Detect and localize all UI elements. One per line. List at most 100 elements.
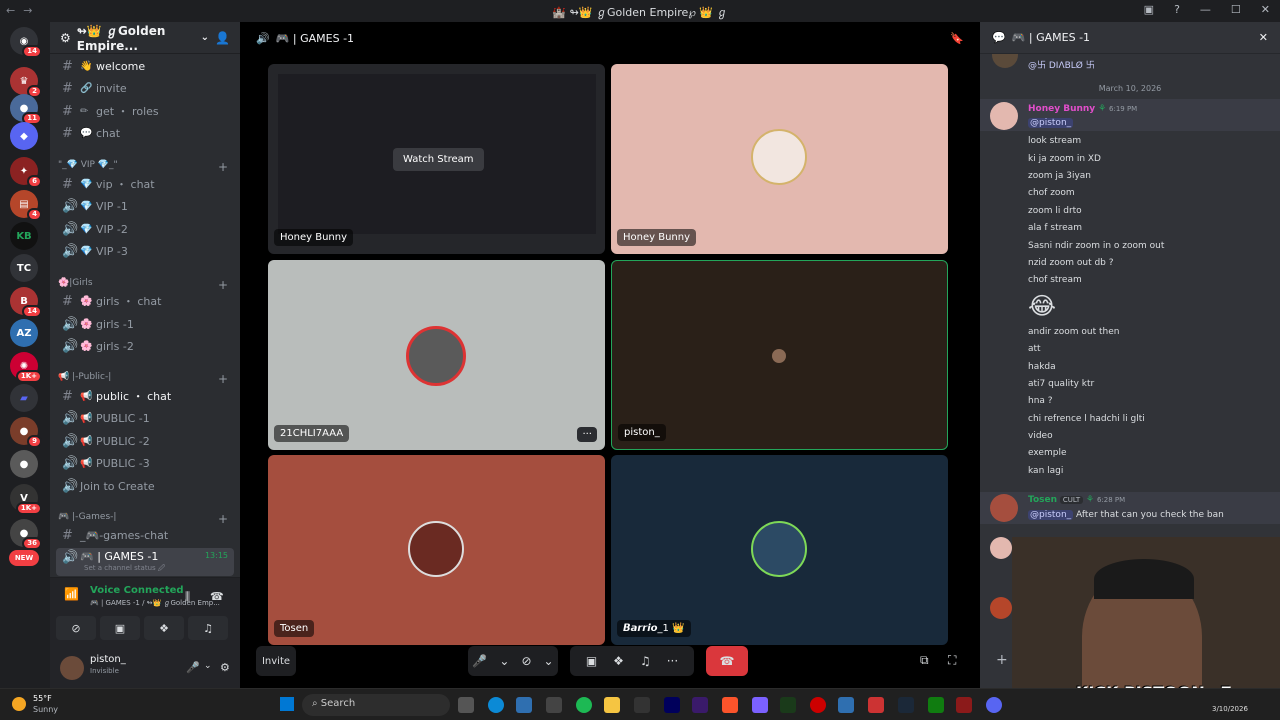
weather-icon[interactable] [12, 697, 26, 711]
server-icon[interactable]: ✦ 6 [10, 157, 42, 188]
avatar[interactable] [990, 102, 1018, 130]
voice-vip-2[interactable]: 🔊 💎 VIP -2 [56, 219, 234, 239]
category-games[interactable]: 🎮 |-Games-| + [58, 512, 228, 526]
server-icon-az[interactable]: AZ [10, 319, 38, 347]
popout-icon[interactable]: ⧉ [920, 653, 929, 668]
signal-icon[interactable]: 📶 [64, 587, 79, 601]
close-button[interactable]: ✕ [1261, 3, 1270, 16]
noise-suppression-icon[interactable]: ⫼ [185, 590, 190, 604]
close-icon[interactable]: ✕ [1259, 31, 1268, 44]
category-vip[interactable]: "_💎 VIP 💎_" + [58, 160, 228, 174]
app-icon[interactable] [838, 697, 854, 713]
channel-welcome[interactable]: # 👋 welcome [56, 56, 234, 76]
spotify-icon[interactable] [576, 697, 592, 713]
camera-off-icon[interactable]: ⊘ [521, 654, 531, 668]
voice-vip-1[interactable]: 🔊 💎 VIP -1 [56, 196, 234, 216]
minimize-button[interactable]: — [1200, 3, 1211, 16]
clock-date[interactable]: 3/10/2026 [1212, 705, 1248, 713]
maximize-button[interactable]: ☐ [1231, 3, 1241, 16]
avatar[interactable] [990, 494, 1018, 522]
edge-icon[interactable] [488, 697, 504, 713]
channel-games-chat[interactable]: # _🎮-games-chat [56, 525, 234, 545]
soundboard-button[interactable]: ♫ [188, 616, 228, 640]
chevron-down-icon[interactable]: ⌄ [544, 654, 554, 668]
more-icon[interactable]: ··· [667, 654, 678, 668]
search-bar[interactable]: ⌕ Search [302, 694, 450, 716]
server-icon[interactable]: ◆ [10, 122, 38, 150]
server-icon-tc[interactable]: TC [10, 254, 38, 282]
voice-public-3[interactable]: 🔊 📢 PUBLIC -3 [56, 453, 234, 473]
author-name[interactable]: Tosen [1028, 495, 1057, 505]
server-icon[interactable]: ✺ 1K+ [10, 352, 42, 383]
start-icon[interactable] [280, 697, 294, 711]
after-effects-icon[interactable] [692, 697, 708, 713]
participant-tile-speaking[interactable]: piston_ [611, 260, 948, 450]
channel-status[interactable]: Set a channel status 🖉 [84, 564, 165, 575]
voice-public-2[interactable]: 🔊 📢 PUBLIC -2 [56, 431, 234, 451]
channel-invite[interactable]: # 🔗 invite [56, 78, 234, 98]
folder-icon[interactable]: ▰ [10, 384, 38, 412]
server-icon[interactable]: ▤ 4 [10, 190, 42, 221]
voice-girls-2[interactable]: 🔊 🌸 girls -2 [56, 336, 234, 356]
author-name[interactable]: Honey Bunny [1028, 104, 1095, 114]
server-icon[interactable]: ● [10, 450, 38, 478]
explorer-icon[interactable] [604, 697, 620, 713]
weather-temp[interactable]: 55°F [33, 694, 52, 703]
brave-icon[interactable] [722, 697, 738, 713]
xbox-icon[interactable] [928, 697, 944, 713]
voice-girls-1[interactable]: 🔊 🌸 girls -1 [56, 314, 234, 334]
server-icon[interactable]: ● 36 [10, 519, 42, 550]
add-channel-icon[interactable]: + [218, 372, 228, 386]
inbox-icon[interactable]: ▣ [1144, 3, 1154, 16]
fullscreen-icon[interactable]: ⛶ [948, 653, 956, 668]
participant-tile[interactable]: Honey Bunny [611, 64, 948, 254]
screen-share-button[interactable]: ▣ [100, 616, 140, 640]
channel-public-chat[interactable]: # 📢 public ・ chat [56, 386, 234, 406]
chevron-down-icon[interactable]: ⌄ [204, 661, 212, 671]
server-icon[interactable]: ● 11 [10, 94, 42, 125]
voice-public-1[interactable]: 🔊 📢 PUBLIC -1 [56, 408, 234, 428]
server-icon[interactable]: V 1K+ [10, 484, 42, 515]
channel-roles[interactable]: # ✏ get ・ roles [56, 101, 234, 121]
mic-icon[interactable]: 🎤 [472, 654, 487, 668]
clan-tag[interactable]: CULT [1059, 496, 1084, 504]
soundboard-icon[interactable]: ♫ [640, 654, 651, 668]
invite-button[interactable]: Invite [256, 646, 296, 676]
category-girls[interactable]: 🌸|Girls + [58, 278, 228, 292]
disconnect-button[interactable]: ☎ [706, 646, 748, 676]
channel-chat[interactable]: # 💬 chat [56, 123, 234, 143]
settings-icon[interactable]: ⚙ [220, 661, 230, 674]
stream-tile[interactable]: Watch Stream Honey Bunny [268, 64, 605, 254]
more-options-icon[interactable]: ··· [577, 427, 597, 442]
screen-share-icon[interactable]: ▣ [586, 654, 597, 668]
channel-girls-chat[interactable]: # 🌸 girls ・ chat [56, 291, 234, 311]
avatar[interactable] [992, 54, 1018, 68]
activities-button[interactable]: ❖ [144, 616, 184, 640]
app-icon[interactable] [780, 697, 796, 713]
store-icon[interactable] [516, 697, 532, 713]
app-icon[interactable] [868, 697, 884, 713]
add-channel-icon[interactable]: + [218, 160, 228, 174]
video-button[interactable]: ⊘ [56, 616, 96, 640]
chevron-down-icon[interactable]: ⌄ [499, 654, 509, 668]
disconnect-icon[interactable]: ☎ [210, 590, 224, 603]
voice-join-to-create[interactable]: 🔊 Join to Create [56, 476, 234, 496]
participant-tile[interactable]: 21CHLI7AAA ··· [268, 260, 605, 450]
server-icon-kb[interactable]: KB [10, 222, 38, 250]
mention[interactable]: @piston_ [1028, 510, 1074, 520]
app-icon[interactable] [634, 697, 650, 713]
avatar[interactable] [60, 656, 84, 680]
participant-tile[interactable]: Tosen [268, 455, 605, 645]
avatar[interactable] [990, 597, 1012, 619]
record-icon[interactable] [810, 697, 826, 713]
username[interactable]: piston_ [90, 654, 126, 665]
new-badge[interactable]: NEW [9, 550, 39, 566]
server-icon[interactable]: B 14 [10, 287, 42, 318]
participant-tile[interactable]: 𝘽𝙖𝙧𝙧𝙞𝙤_1 👑 [611, 455, 948, 645]
voice-status[interactable]: Voice Connected [90, 585, 184, 596]
server-icon[interactable]: ● 9 [10, 417, 42, 448]
mention[interactable]: @piston_ [1028, 118, 1074, 128]
add-channel-icon[interactable]: + [218, 278, 228, 292]
channel-vip-chat[interactable]: # 💎 vip ・ chat [56, 174, 234, 194]
task-view-icon[interactable] [458, 697, 474, 713]
